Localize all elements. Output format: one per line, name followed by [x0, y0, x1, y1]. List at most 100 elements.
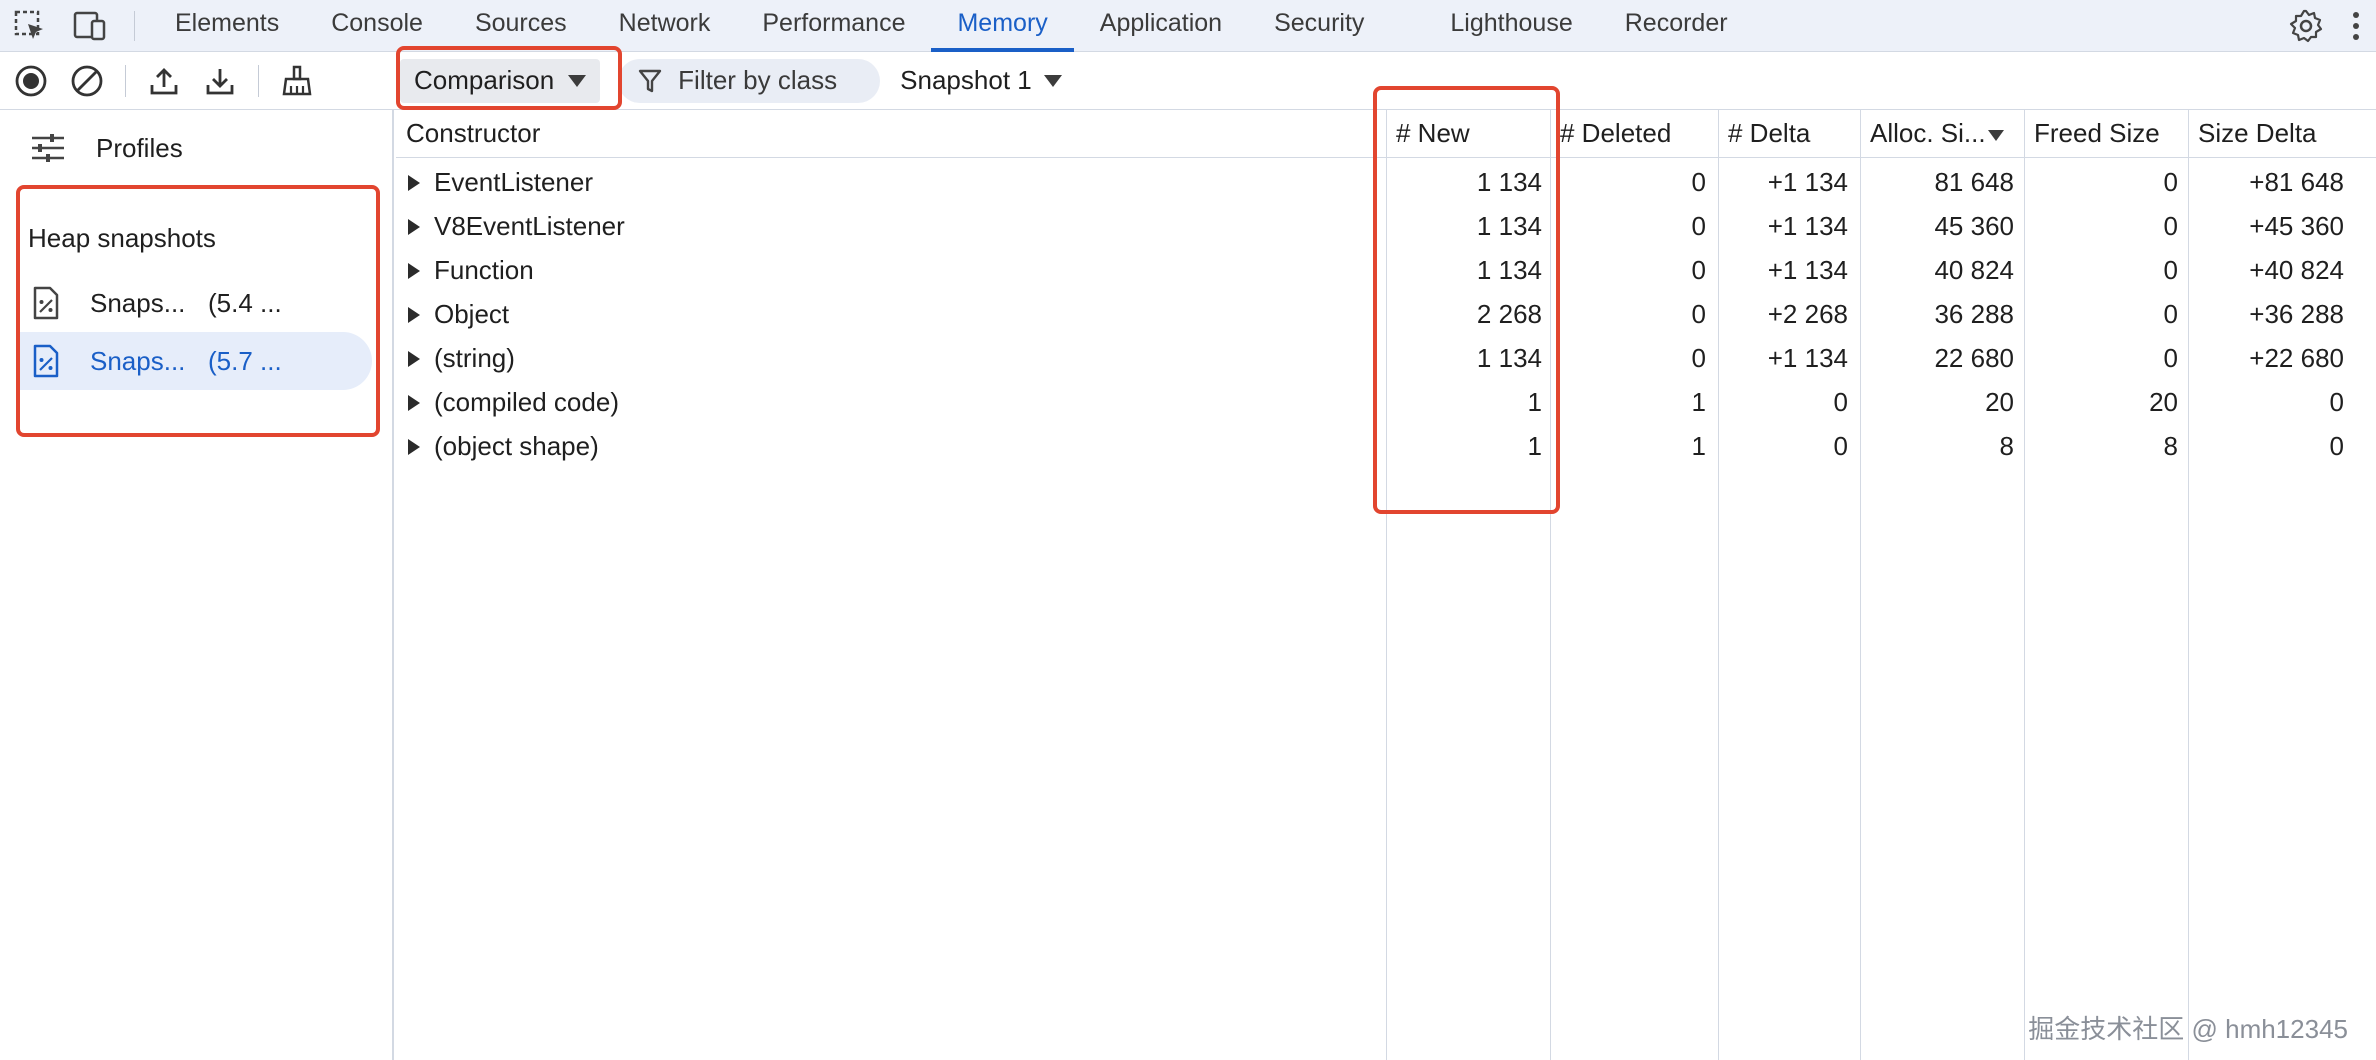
upload-icon[interactable]	[136, 52, 192, 110]
inspect-element-icon[interactable]	[0, 0, 60, 52]
snapshot-size: (5.4 ...	[208, 287, 282, 318]
cell-size-delta: 0	[2329, 431, 2344, 461]
expand-triangle-icon[interactable]	[408, 174, 420, 191]
gear-icon[interactable]	[2276, 0, 2336, 52]
tab-console[interactable]: Console	[305, 0, 449, 52]
cell-alloc-size: 22 680	[1934, 343, 2014, 373]
constructor-name: EventListener	[434, 167, 593, 197]
cell-alloc-size: 40 824	[1934, 255, 2014, 285]
tab-bar-divider	[134, 11, 135, 41]
toolbar-divider	[258, 64, 259, 97]
tab-application[interactable]: Application	[1074, 0, 1248, 52]
header-alloc-size[interactable]: Alloc. Si...	[1870, 118, 2004, 149]
table-row[interactable]: (string) 1 134 0 +1 134 22 680 0 +22 680	[396, 336, 2376, 380]
chevron-down-icon	[1043, 74, 1062, 87]
profiles-label: Profiles	[96, 132, 183, 163]
devtools-window: Elements Console Sources Network Perform…	[0, 0, 2376, 1060]
snapshot-item-1[interactable]: Snaps... (5.4 ...	[18, 274, 372, 332]
tab-bar-actions	[2276, 0, 2376, 52]
cell-freed-size: 0	[2163, 299, 2178, 329]
header-delta[interactable]: # Delta	[1728, 118, 1810, 149]
clear-icon[interactable]	[59, 52, 115, 110]
cell-freed-size: 0	[2163, 255, 2178, 285]
tab-security[interactable]: Security	[1248, 0, 1390, 52]
constructor-name: (compiled code)	[434, 387, 619, 417]
expand-triangle-icon[interactable]	[408, 262, 420, 279]
sort-descending-icon	[1987, 129, 2004, 141]
cell-constructor: EventListener	[408, 167, 593, 198]
expand-triangle-icon[interactable]	[408, 350, 420, 367]
view-mode-value: Comparison	[414, 65, 555, 95]
cell-new: 1	[1527, 387, 1542, 417]
tab-elements[interactable]: Elements	[149, 0, 305, 52]
cell-deleted: 1	[1691, 387, 1706, 417]
expand-triangle-icon[interactable]	[408, 218, 420, 235]
cell-deleted: 0	[1691, 299, 1706, 329]
cell-size-delta: +40 824	[2249, 255, 2344, 285]
cell-new: 1	[1527, 431, 1542, 461]
cell-constructor: V8EventListener	[408, 211, 625, 242]
tab-recorder[interactable]: Recorder	[1599, 0, 1754, 52]
device-toolbar-icon[interactable]	[60, 0, 120, 52]
base-snapshot-select[interactable]: Snapshot 1	[900, 65, 1062, 96]
cell-size-delta: +81 648	[2249, 167, 2344, 197]
cell-new: 1 134	[1476, 255, 1542, 285]
table-row[interactable]: Function 1 134 0 +1 134 40 824 0 +40 824	[396, 248, 2376, 292]
table-row[interactable]: EventListener 1 134 0 +1 134 81 648 0 +81 648	[396, 160, 2376, 204]
expand-triangle-icon[interactable]	[408, 306, 420, 323]
heap-snapshot-icon	[33, 286, 59, 320]
cell-delta: +1 134	[1767, 255, 1848, 285]
base-snapshot-value: Snapshot 1	[900, 65, 1032, 95]
comparison-table: Constructor # New # Deleted # Delta Allo…	[396, 110, 2376, 1060]
heap-snapshots-title: Heap snapshots	[28, 223, 216, 253]
cell-size-delta: +45 360	[2249, 211, 2344, 241]
constructor-name: Function	[434, 255, 534, 285]
header-freed-size[interactable]: Freed Size	[2034, 118, 2160, 149]
class-filter-input[interactable]: Filter by class	[618, 58, 881, 103]
header-new[interactable]: # New	[1396, 118, 1470, 149]
cell-constructor: (object shape)	[408, 431, 599, 462]
cell-delta: 0	[1833, 387, 1848, 417]
header-size-delta[interactable]: Size Delta	[2198, 118, 2317, 149]
cell-size-delta: +22 680	[2249, 343, 2344, 373]
tab-memory[interactable]: Memory	[931, 0, 1075, 52]
cell-new: 2 268	[1476, 299, 1542, 329]
table-row[interactable]: (object shape) 1 1 0 8 8 0	[396, 424, 2376, 468]
tab-performance[interactable]: Performance	[736, 0, 931, 52]
download-icon[interactable]	[192, 52, 248, 110]
cell-new: 1 134	[1476, 343, 1542, 373]
cell-delta: +2 268	[1767, 299, 1848, 329]
table-row[interactable]: V8EventListener 1 134 0 +1 134 45 360 0 +45 36…	[396, 204, 2376, 248]
devtools-tab-bar: Elements Console Sources Network Perform…	[0, 0, 2376, 52]
expand-triangle-icon[interactable]	[408, 438, 420, 455]
record-icon[interactable]	[3, 52, 59, 110]
profile-actions	[0, 52, 394, 110]
cell-freed-size: 20	[2149, 387, 2178, 417]
view-mode-select[interactable]: Comparison	[400, 58, 601, 103]
header-constructor[interactable]: Constructor	[406, 118, 540, 149]
snapshot-item-2[interactable]: Snaps... (5.7 ...	[18, 332, 372, 390]
cell-delta: +1 134	[1767, 211, 1848, 241]
table-row[interactable]: Object 2 268 0 +2 268 36 288 0 +36 288	[396, 292, 2376, 336]
class-filter-placeholder: Filter by class	[678, 65, 838, 95]
table-row[interactable]: (compiled code) 1 1 0 20 20 0	[396, 380, 2376, 424]
tab-lighthouse[interactable]: Lighthouse	[1424, 0, 1598, 52]
cell-delta: +1 134	[1767, 167, 1848, 197]
expand-triangle-icon[interactable]	[408, 394, 420, 411]
watermark: 掘金技术社区 @ hmh12345	[2028, 1014, 2348, 1044]
sliders-icon	[32, 134, 64, 162]
cell-freed-size: 0	[2163, 343, 2178, 373]
broom-icon[interactable]	[269, 52, 325, 110]
constructor-name: V8EventListener	[434, 211, 625, 241]
cell-alloc-size: 20	[1985, 387, 2014, 417]
filter-icon	[638, 69, 662, 92]
header-deleted[interactable]: # Deleted	[1560, 118, 1671, 149]
cell-freed-size: 0	[2163, 167, 2178, 197]
memory-toolbar: Comparison Filter by class Snapshot 1	[0, 52, 2376, 110]
tab-network[interactable]: Network	[593, 0, 737, 52]
more-vertical-icon[interactable]	[2336, 0, 2376, 52]
tab-sources[interactable]: Sources	[449, 0, 593, 52]
cell-alloc-size: 8	[1999, 431, 2014, 461]
header-alloc-size-label: Alloc. Si...	[1870, 118, 1986, 148]
profiles-header[interactable]: Profiles	[30, 132, 183, 164]
